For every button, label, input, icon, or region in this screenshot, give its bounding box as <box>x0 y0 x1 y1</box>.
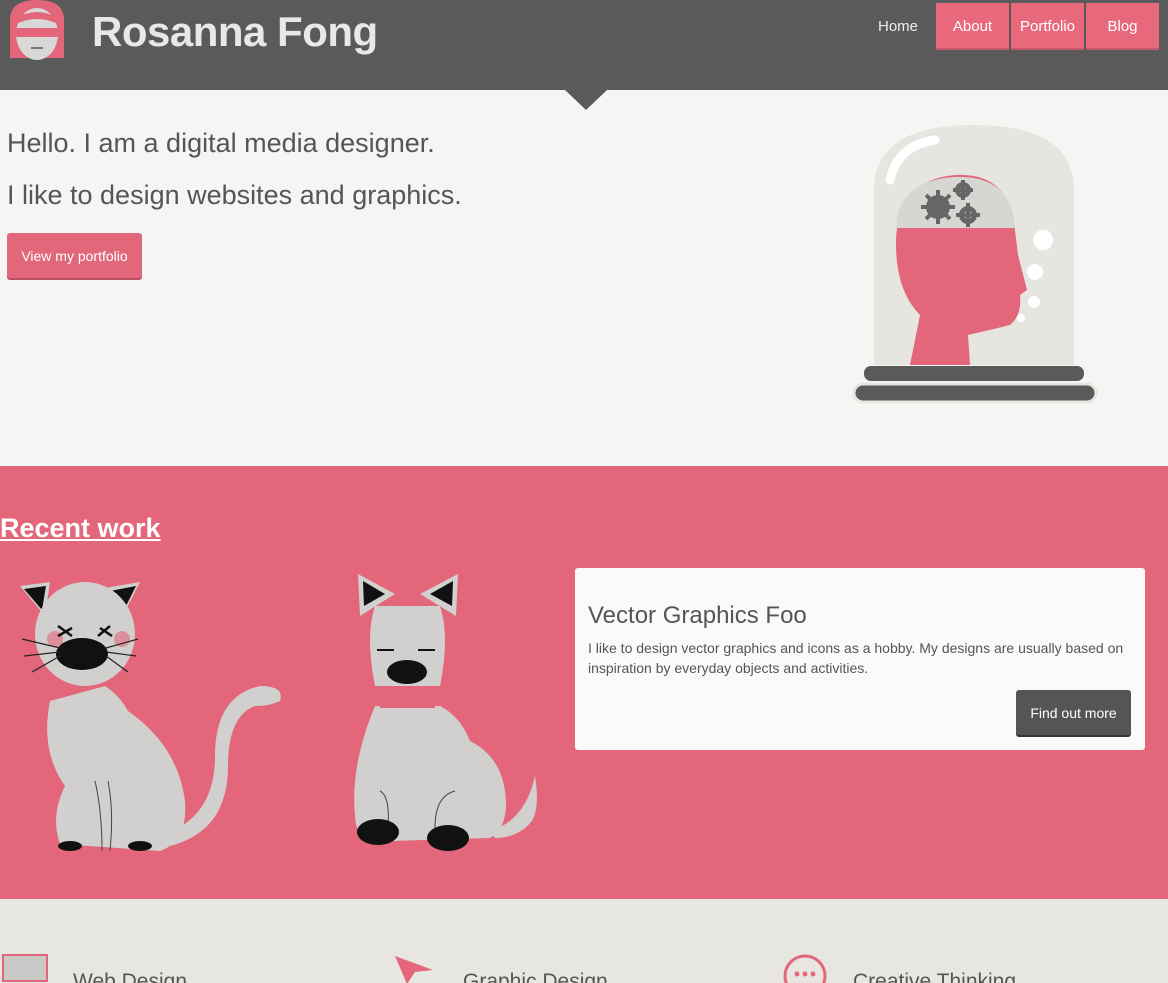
find-out-more-button[interactable]: Find out more <box>1016 690 1131 735</box>
hero-subheading: I like to design websites and graphics. <box>7 180 462 210</box>
hero-heading: Hello. I am a digital media designer. <box>7 128 435 158</box>
sitting-dog-illustration[interactable] <box>340 566 550 856</box>
view-portfolio-button[interactable]: View my portfolio <box>7 233 142 278</box>
avatar-logo-icon[interactable] <box>6 0 68 62</box>
nav-about[interactable]: About <box>936 3 1009 50</box>
site-header: Rosanna Fong Home About Portfolio Blog <box>0 0 1168 90</box>
header-pointer <box>565 90 607 110</box>
nav-portfolio[interactable]: Portfolio <box>1011 3 1084 50</box>
site-title[interactable]: Rosanna Fong <box>92 8 378 56</box>
main-nav: Home About Portfolio Blog <box>862 3 1159 50</box>
head-in-jar-illustration <box>852 125 1098 404</box>
monitor-icon <box>2 954 48 982</box>
nav-blog[interactable]: Blog <box>1086 3 1159 50</box>
services-section: Web Design Graphic Design Creative Think… <box>0 899 1168 983</box>
recent-work-heading[interactable]: Recent work <box>0 513 161 544</box>
service-label: Web Design <box>73 970 188 983</box>
recent-work-section: Recent work Vector Graphics Foo I like t… <box>0 466 1168 899</box>
nav-home[interactable]: Home <box>862 3 934 50</box>
cursor-arrow-icon <box>395 956 433 983</box>
service-label: Graphic Design <box>463 970 608 983</box>
card-title: Vector Graphics Foo <box>588 602 807 629</box>
sleeping-cat-illustration[interactable] <box>10 566 290 856</box>
hero-section: Hello. I am a digital media designer. I … <box>0 90 1168 466</box>
service-label: Creative Thinking <box>853 970 1017 983</box>
featured-work-card: Vector Graphics Foo I like to design vec… <box>575 568 1145 750</box>
card-description: I like to design vector graphics and ico… <box>588 640 1124 676</box>
speech-bubble-icon <box>783 954 827 983</box>
